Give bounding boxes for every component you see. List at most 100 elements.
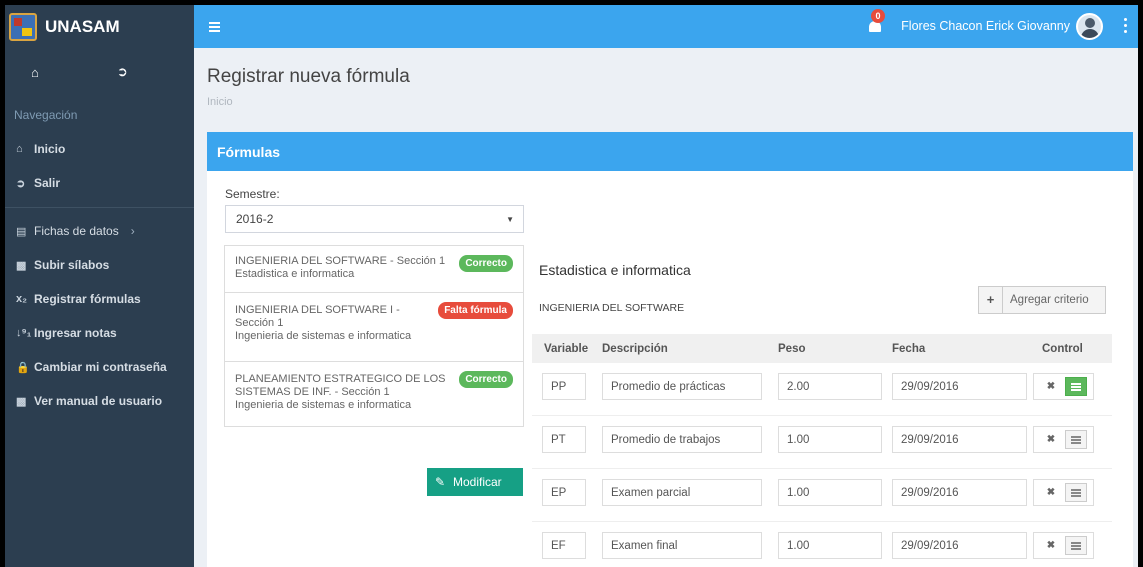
date-field[interactable]: 29/09/2016 <box>892 479 1027 506</box>
sidebar-item-label: Fichas de datos <box>34 224 119 238</box>
nav-header: Navegación <box>14 108 78 122</box>
sign-out-icon: ➲ <box>16 177 26 190</box>
formulas-panel: Fórmulas Semestre: 2016-2 ▼ INGENIERIA D… <box>207 132 1133 567</box>
list-icon[interactable] <box>1065 430 1087 449</box>
row-controls: ✖ <box>1033 479 1094 506</box>
home-icon: ⌂ <box>16 143 23 155</box>
list-icon[interactable] <box>1065 536 1087 555</box>
column-header: Variable <box>544 342 589 355</box>
page-title: Registrar nueva fórmula <box>207 66 410 87</box>
hamburger-icon <box>208 25 220 28</box>
more-options-icon[interactable] <box>1124 18 1128 34</box>
divider <box>5 207 194 208</box>
description-field[interactable]: Promedio de prácticas <box>602 373 762 400</box>
sidebar-item-salir[interactable]: ➲ Salir <box>5 166 194 200</box>
description-field[interactable]: Promedio de trabajos <box>602 426 762 453</box>
status-badge: Falta fórmula <box>438 302 513 319</box>
list-item[interactable]: INGENIERIA DEL SOFTWARE I - Sección 1 In… <box>225 293 523 362</box>
list-icon[interactable] <box>1065 377 1087 396</box>
variable-field[interactable]: PP <box>542 373 586 400</box>
book-icon: ▩ <box>16 259 27 272</box>
row-controls: ✖ <box>1033 373 1094 400</box>
date-field[interactable]: 29/09/2016 <box>892 426 1027 453</box>
delete-icon[interactable]: ✖ <box>1042 378 1060 395</box>
column-header: Fecha <box>892 342 926 355</box>
list-item[interactable]: INGENIERIA DEL SOFTWARE - Sección 1 Esta… <box>225 246 523 293</box>
avatar[interactable] <box>1076 13 1103 40</box>
course-list: INGENIERIA DEL SOFTWARE - Sección 1 Esta… <box>224 245 524 427</box>
book-icon: ▩ <box>16 395 27 408</box>
course-school: Ingenieria de sistemas e informatica <box>235 399 412 411</box>
chevron-right-icon: › <box>130 224 135 238</box>
plus-icon: + <box>979 287 1003 313</box>
semester-select[interactable]: 2016-2 ▼ <box>225 205 524 233</box>
criteria-table: Variable Descripción Peso Fecha Control … <box>532 334 1112 567</box>
date-field[interactable]: 29/09/2016 <box>892 373 1027 400</box>
variable-field[interactable]: EF <box>542 532 586 559</box>
detail-subtitle: INGENIERIA DEL SOFTWARE <box>539 302 685 314</box>
semester-label: Semestre: <box>225 187 280 201</box>
sidebar-item-label: Cambiar mi contraseña <box>34 360 167 374</box>
table-row: PT Promedio de trabajos 1.00 29/09/2016 … <box>532 416 1112 469</box>
row-controls: ✖ <box>1033 426 1094 453</box>
sidebar-quick-icons: ⌂ ➲ <box>5 48 194 96</box>
caret-down-icon: ▼ <box>506 215 514 224</box>
description-field[interactable]: Examen final <box>602 532 762 559</box>
sidebar-item-label: Salir <box>34 176 61 190</box>
table-row: PP Promedio de prácticas 2.00 29/09/2016… <box>532 363 1112 416</box>
sidebar-item-label: Registrar fórmulas <box>34 292 141 306</box>
delete-icon[interactable]: ✖ <box>1042 484 1060 501</box>
sidebar-item-ingresar-notas[interactable]: ↓⁹₁ Ingresar notas <box>5 316 194 350</box>
sidebar-item-label: Ingresar notas <box>34 326 117 340</box>
description-field[interactable]: Examen parcial <box>602 479 762 506</box>
delete-icon[interactable]: ✖ <box>1042 431 1060 448</box>
sidebar-item-inicio[interactable]: ⌂ Inicio <box>5 132 194 166</box>
list-item[interactable]: PLANEAMIENTO ESTRATEGICO DE LOS SISTEMAS… <box>225 362 523 428</box>
delete-icon[interactable]: ✖ <box>1042 537 1060 554</box>
sidebar-item-manual-de-usuario[interactable]: ▩ Ver manual de usuario <box>5 384 194 418</box>
university-logo-icon <box>9 12 37 41</box>
table-row: EF Examen final 1.00 29/09/2016 ✖ <box>532 522 1112 567</box>
detail-title: Estadistica e informatica <box>539 262 691 278</box>
row-controls: ✖ <box>1033 532 1094 559</box>
sidebar-item-subir-silabos[interactable]: ▩ Subir sílabos <box>5 248 194 282</box>
add-criterion-button[interactable]: + Agregar criterio <box>978 286 1106 314</box>
modify-button-label: Modificar <box>453 475 502 489</box>
variable-field[interactable]: PT <box>542 426 586 453</box>
notification-count-badge: 0 <box>871 9 885 23</box>
semester-value: 2016-2 <box>236 212 274 226</box>
sidebar: ⌂ ➲ Navegación ⌂ Inicio ➲ Salir ▤ Fichas… <box>5 48 194 567</box>
sign-out-icon[interactable]: ➲ <box>117 64 128 80</box>
sidebar-item-cambiar-contrasena[interactable]: 🔒 Cambiar mi contraseña <box>5 350 194 384</box>
weight-field[interactable]: 1.00 <box>778 479 882 506</box>
sidebar-item-label: Ver manual de usuario <box>34 394 163 408</box>
sidebar-toggle-button[interactable] <box>194 25 234 28</box>
brand[interactable]: UNASAM <box>5 5 194 48</box>
notifications-button[interactable]: 0 <box>869 9 885 33</box>
lock-icon: 🔒 <box>16 361 30 374</box>
app-frame: UNASAM 0 Flores Chacon Erick Giovanny ⌂ … <box>5 5 1138 567</box>
table-header: Variable Descripción Peso Fecha Control <box>532 334 1112 363</box>
sidebar-item-label: Subir sílabos <box>34 258 110 272</box>
sidebar-item-fichas-de-datos[interactable]: ▤ Fichas de datos › <box>5 214 194 248</box>
brand-name: UNASAM <box>45 16 120 36</box>
column-header: Control <box>1042 342 1083 355</box>
weight-field[interactable]: 2.00 <box>778 373 882 400</box>
date-field[interactable]: 29/09/2016 <box>892 532 1027 559</box>
table-row: EP Examen parcial 1.00 29/09/2016 ✖ <box>532 469 1112 522</box>
weight-field[interactable]: 1.00 <box>778 426 882 453</box>
modify-button[interactable]: ✎ Modificar <box>427 468 523 496</box>
variable-field[interactable]: EP <box>542 479 586 506</box>
home-icon[interactable]: ⌂ <box>31 65 39 80</box>
sidebar-item-registrar-formulas[interactable]: x₂ Registrar fórmulas <box>5 282 194 316</box>
column-header: Peso <box>778 342 806 355</box>
list-icon[interactable] <box>1065 483 1087 502</box>
weight-field[interactable]: 1.00 <box>778 532 882 559</box>
status-badge: Correcto <box>459 371 513 388</box>
user-menu-name[interactable]: Flores Chacon Erick Giovanny <box>901 19 1070 33</box>
breadcrumb[interactable]: Inicio <box>207 96 233 108</box>
panel-title: Fórmulas <box>207 132 1133 171</box>
column-header: Descripción <box>602 342 668 355</box>
subscript-icon: x₂ <box>16 293 28 305</box>
sort-numeric-icon: ↓⁹₁ <box>16 327 32 339</box>
